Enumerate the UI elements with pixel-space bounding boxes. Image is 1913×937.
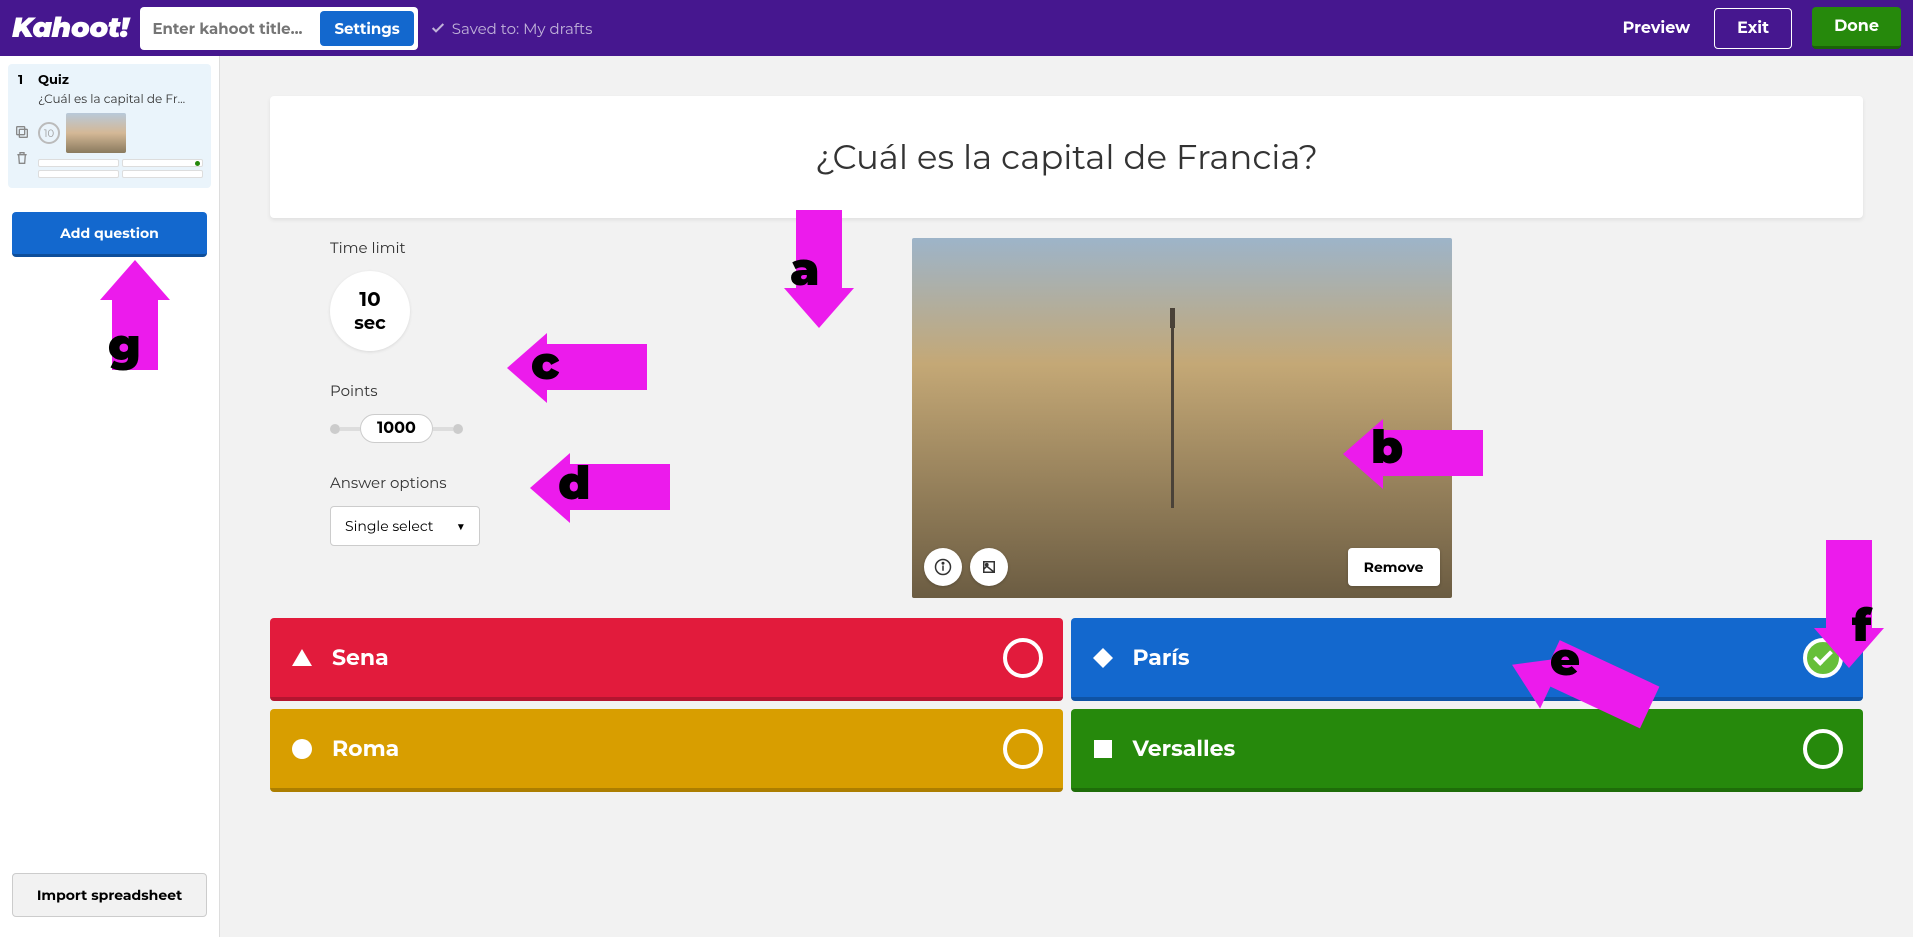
add-question-button[interactable]: Add question xyxy=(12,212,207,257)
title-settings-group: Settings xyxy=(140,7,417,50)
points-value: 1000 xyxy=(360,414,433,443)
chevron-down-icon: ▼ xyxy=(457,517,465,535)
slide-number: 1 xyxy=(18,72,23,88)
check-icon xyxy=(1813,646,1833,666)
exit-button[interactable]: Exit xyxy=(1714,8,1792,49)
answer-options-select[interactable]: Single select ▼ xyxy=(330,506,480,546)
answer-option-3[interactable]: Roma xyxy=(270,709,1063,792)
slide-question-preview: ¿Cuál es la capital de Fr... xyxy=(38,92,203,107)
correct-toggle[interactable] xyxy=(1803,729,1843,769)
check-icon xyxy=(430,20,446,36)
question-image[interactable]: Remove xyxy=(912,238,1452,598)
slide-type: Quiz xyxy=(38,72,203,88)
time-limit-value: 10 xyxy=(359,288,380,312)
saved-status: Saved to: My drafts xyxy=(430,19,593,38)
done-button[interactable]: Done xyxy=(1812,7,1901,49)
correct-toggle[interactable] xyxy=(1003,729,1043,769)
answer-option-1[interactable]: Sena xyxy=(270,618,1063,701)
answer-text[interactable]: Versalles xyxy=(1133,735,1236,762)
time-limit-unit: sec xyxy=(354,312,386,334)
answer-text[interactable]: Roma xyxy=(332,735,399,762)
answers-grid: Sena París Roma Versalles xyxy=(270,618,1863,792)
top-bar: Kahoot! Settings Saved to: My drafts Pre… xyxy=(0,0,1913,56)
question-input[interactable]: ¿Cuál es la capital de Francia? xyxy=(270,96,1863,218)
circle-icon xyxy=(290,737,314,761)
slide-image-thumb xyxy=(66,113,126,153)
slide-answer-mini xyxy=(122,159,203,167)
time-limit-selector[interactable]: 10 sec xyxy=(330,271,410,351)
kahoot-logo: Kahoot! xyxy=(12,11,128,45)
answer-text[interactable]: Sena xyxy=(332,644,389,671)
slide-time-badge: 10 xyxy=(38,122,60,144)
image-info-button[interactable] xyxy=(924,548,962,586)
answer-options-label: Answer options xyxy=(330,473,530,492)
import-spreadsheet-button[interactable]: Import spreadsheet xyxy=(12,873,207,917)
remove-image-button[interactable]: Remove xyxy=(1348,548,1440,586)
sidebar: 1 Quiz ¿Cuál es la capital de Fr... 10 A… xyxy=(0,56,220,937)
duplicate-slide-icon[interactable] xyxy=(14,124,30,140)
answer-option-4[interactable]: Versalles xyxy=(1071,709,1864,792)
image-crop-button[interactable] xyxy=(970,548,1008,586)
triangle-icon xyxy=(290,646,314,670)
image-content xyxy=(1171,328,1174,508)
slide-answer-mini xyxy=(38,159,119,167)
settings-button[interactable]: Settings xyxy=(320,11,413,46)
kahoot-title-input[interactable] xyxy=(144,13,314,44)
correct-toggle[interactable] xyxy=(1803,638,1843,678)
slide-answer-mini xyxy=(38,170,119,178)
editor-area: ¿Cuál es la capital de Francia? Time lim… xyxy=(220,56,1913,937)
points-slider[interactable]: 1000 xyxy=(330,414,530,443)
points-label: Points xyxy=(330,381,530,400)
correct-toggle[interactable] xyxy=(1003,638,1043,678)
slide-answer-mini xyxy=(122,170,203,178)
time-limit-label: Time limit xyxy=(330,238,530,257)
answer-text[interactable]: París xyxy=(1133,644,1190,671)
delete-slide-icon[interactable] xyxy=(14,150,30,166)
answer-option-2[interactable]: París xyxy=(1071,618,1864,701)
saved-text: Saved to: My drafts xyxy=(452,19,593,38)
diamond-icon xyxy=(1091,646,1115,670)
slide-thumbnail[interactable]: 1 Quiz ¿Cuál es la capital de Fr... 10 xyxy=(8,64,211,188)
square-icon xyxy=(1091,737,1115,761)
answer-options-value: Single select xyxy=(345,517,433,535)
preview-link[interactable]: Preview xyxy=(1623,19,1691,38)
options-column: Time limit 10 sec Points 1000 xyxy=(330,238,530,598)
